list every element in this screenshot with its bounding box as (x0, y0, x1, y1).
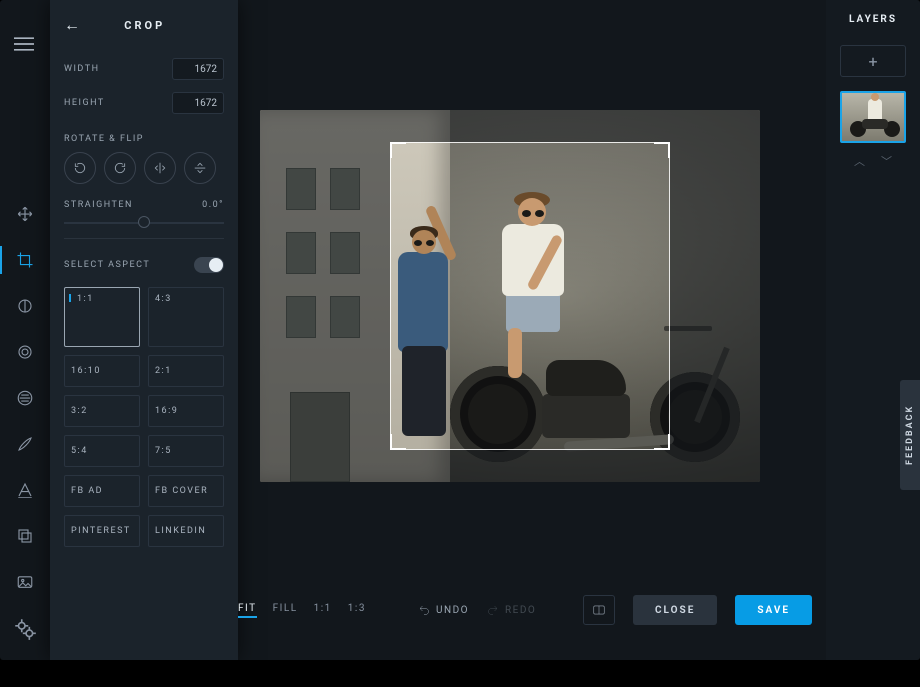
app-root: ← CROP WIDTH HEIGHT ROTATE & FLIP STRAIG… (0, 0, 920, 660)
aspect-lock-toggle[interactable] (194, 257, 224, 273)
layer-down-icon[interactable]: ﹀ (881, 153, 892, 169)
straighten-slider[interactable] (50, 214, 238, 232)
settings-button[interactable] (12, 616, 38, 642)
tool-filter[interactable] (11, 338, 39, 366)
width-label: WIDTH (64, 64, 100, 74)
compare-button[interactable] (583, 595, 615, 625)
zoom-1-3[interactable]: 1:3 (348, 603, 366, 618)
aspect-7-5[interactable]: 7:5 (148, 435, 224, 467)
divider (64, 238, 224, 239)
bottom-bar: FIT FILL 1:1 1:3 UNDO REDO CLOSE SAVE (238, 592, 812, 628)
tool-text[interactable] (11, 476, 39, 504)
save-button[interactable]: SAVE (735, 595, 812, 625)
straighten-value: 0.0° (202, 200, 224, 210)
aspect-pinterest[interactable]: PINTEREST (64, 515, 140, 547)
layers-panel: LAYERS + ︿ ﹀ (826, 0, 920, 660)
crop-dim (390, 450, 670, 482)
back-arrow-icon[interactable]: ← (64, 17, 82, 33)
aspect-1-1[interactable]: 1:1 (64, 287, 140, 347)
rotate-cw-button[interactable] (104, 152, 136, 184)
aspect-2-1[interactable]: 2:1 (148, 355, 224, 387)
close-button[interactable]: CLOSE (633, 595, 717, 625)
crop-panel: ← CROP WIDTH HEIGHT ROTATE & FLIP STRAIG… (50, 0, 238, 660)
zoom-options: FIT FILL 1:1 1:3 (238, 603, 366, 618)
crop-handle-bl[interactable] (390, 434, 406, 450)
crop-dim (670, 110, 760, 482)
height-input[interactable] (172, 92, 224, 114)
aspect-16-9[interactable]: 16:9 (148, 395, 224, 427)
aspect-linkedin[interactable]: LINKEDIN (148, 515, 224, 547)
tool-crop[interactable] (0, 246, 50, 274)
aspect-grid: 1:1 4:3 16:10 2:1 3:2 16:9 5:4 7:5 FB AD… (50, 281, 238, 561)
aspect-4-3[interactable]: 4:3 (148, 287, 224, 347)
zoom-fit[interactable]: FIT (238, 603, 257, 618)
crop-dim (260, 110, 390, 482)
width-input[interactable] (172, 58, 224, 80)
feedback-tab[interactable]: FEEDBACK (900, 380, 920, 490)
aspect-fb-ad[interactable]: FB AD (64, 475, 140, 507)
aspect-3-2[interactable]: 3:2 (64, 395, 140, 427)
height-label: HEIGHT (64, 98, 105, 108)
tool-halftone[interactable] (11, 384, 39, 412)
tool-image[interactable] (11, 568, 39, 596)
add-layer-button[interactable]: + (840, 45, 906, 77)
tool-rail (0, 0, 50, 660)
crop-handle-tl[interactable] (390, 142, 406, 158)
aspect-16-10[interactable]: 16:10 (64, 355, 140, 387)
layer-thumb-1[interactable] (840, 91, 906, 143)
select-aspect-label: SELECT ASPECT (64, 260, 150, 270)
undo-button[interactable]: UNDO (418, 604, 469, 616)
flip-vertical-button[interactable] (184, 152, 216, 184)
crop-frame[interactable] (390, 142, 670, 450)
tool-exposure[interactable] (11, 292, 39, 320)
redo-button[interactable]: REDO (487, 604, 536, 616)
crop-handle-br[interactable] (654, 434, 670, 450)
panel-title: CROP (82, 19, 209, 32)
tool-brush[interactable] (11, 430, 39, 458)
zoom-fill[interactable]: FILL (273, 603, 298, 618)
straighten-label: STRAIGHTEN (64, 200, 133, 210)
crop-handle-tr[interactable] (654, 142, 670, 158)
rotate-section-label: ROTATE & FLIP (50, 120, 238, 152)
crop-dim (390, 110, 670, 142)
aspect-fb-cover[interactable]: FB COVER (148, 475, 224, 507)
layers-title: LAYERS (849, 14, 897, 25)
canvas[interactable] (260, 110, 760, 482)
rotate-ccw-button[interactable] (64, 152, 96, 184)
tool-move[interactable] (11, 200, 39, 228)
tool-layers[interactable] (11, 522, 39, 550)
flip-horizontal-button[interactable] (144, 152, 176, 184)
aspect-5-4[interactable]: 5:4 (64, 435, 140, 467)
layer-up-icon[interactable]: ︿ (854, 153, 865, 169)
zoom-1-1[interactable]: 1:1 (314, 603, 332, 618)
